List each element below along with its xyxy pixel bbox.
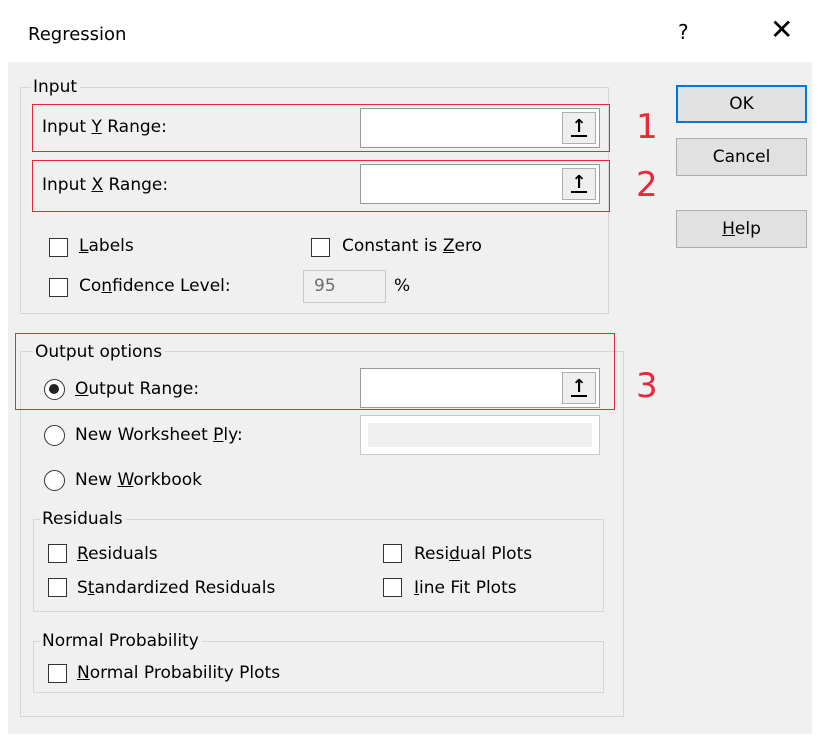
annotation-number-2: 2 xyxy=(636,165,658,205)
standardized-residuals-checkbox[interactable] xyxy=(48,578,67,597)
normal-probability-group-label: Normal Probability xyxy=(40,631,202,651)
input-x-range-label: Input X Range: xyxy=(42,175,169,195)
new-worksheet-ply-label[interactable]: New Worksheet Ply: xyxy=(75,425,243,445)
help-button[interactable]: Help xyxy=(676,210,807,248)
help-question-icon[interactable]: ? xyxy=(678,20,689,44)
standardized-residuals-label[interactable]: Standardized Residuals xyxy=(77,578,275,598)
input-y-range-ref-button[interactable]: ↑ xyxy=(562,112,596,144)
percent-label: % xyxy=(394,276,411,296)
input-x-range-ref-button[interactable]: ↑ xyxy=(562,168,596,200)
line-fit-plots-checkbox[interactable] xyxy=(383,578,402,597)
normal-probability-plots-checkbox[interactable] xyxy=(48,664,67,683)
cancel-button[interactable]: Cancel xyxy=(676,138,807,176)
input-y-range-label: Input Y Range: xyxy=(42,117,167,137)
output-range-radio[interactable] xyxy=(44,379,65,400)
annotation-number-3: 3 xyxy=(636,366,658,406)
new-worksheet-ply-field[interactable] xyxy=(360,415,600,455)
collapse-arrow-up-icon: ↑ xyxy=(571,172,587,193)
annotation-number-1: 1 xyxy=(636,107,658,147)
output-options-label: Output options xyxy=(33,342,166,362)
labels-label[interactable]: Labels xyxy=(79,236,134,256)
confidence-level-input[interactable]: 95 xyxy=(303,270,386,303)
line-fit-plots-label[interactable]: Iine Fit Plots xyxy=(414,578,517,598)
constant-is-zero-checkbox[interactable] xyxy=(311,238,330,257)
residuals-checkbox[interactable] xyxy=(48,544,67,563)
dialog-title: Regression xyxy=(28,24,127,45)
confidence-level-label[interactable]: Confidence Level: xyxy=(79,276,231,296)
new-worksheet-ply-value xyxy=(368,423,592,447)
residual-plots-checkbox[interactable] xyxy=(383,544,402,563)
residuals-group xyxy=(33,519,604,612)
constant-is-zero-label[interactable]: Constant is Zero xyxy=(342,236,482,256)
new-workbook-radio[interactable] xyxy=(44,470,65,491)
residuals-label[interactable]: Residuals xyxy=(77,544,158,564)
input-group-label: Input xyxy=(31,77,81,97)
labels-checkbox[interactable] xyxy=(49,238,68,257)
new-worksheet-ply-radio[interactable] xyxy=(44,425,65,446)
new-workbook-label[interactable]: New Workbook xyxy=(75,470,202,490)
output-range-ref-button[interactable]: ↑ xyxy=(562,372,596,404)
collapse-arrow-up-icon: ↑ xyxy=(571,116,587,137)
residual-plots-label[interactable]: Residual Plots xyxy=(414,544,532,564)
radio-selected-dot xyxy=(49,384,59,394)
close-icon[interactable]: ✕ xyxy=(770,14,793,46)
collapse-arrow-up-icon: ↑ xyxy=(571,376,587,397)
output-range-label[interactable]: Output Range: xyxy=(75,379,199,399)
confidence-level-checkbox[interactable] xyxy=(49,278,68,297)
ok-button[interactable]: OK xyxy=(676,85,807,123)
normal-probability-plots-label[interactable]: Normal Probability Plots xyxy=(77,663,280,683)
residuals-group-label: Residuals xyxy=(40,509,126,529)
